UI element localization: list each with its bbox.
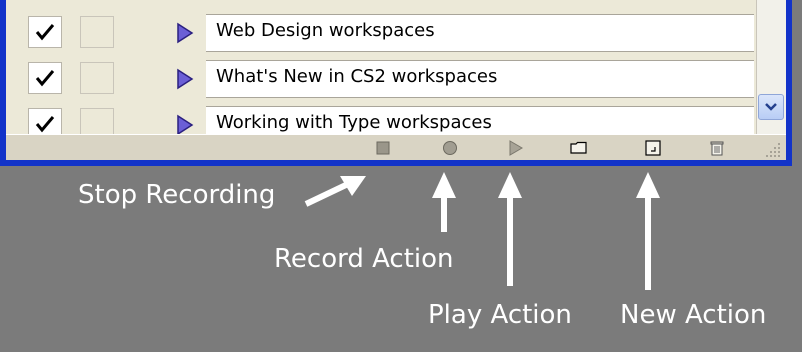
list-item[interactable]: What's New in CS2 workspaces	[6, 56, 786, 100]
stop-recording-button[interactable]	[372, 138, 394, 158]
actions-panel: Web Design workspaces What's New in CS2 …	[0, 0, 792, 166]
dialog-toggle-box[interactable]	[80, 16, 114, 48]
item-toggle-checkbox[interactable]	[28, 62, 62, 94]
record-circle-icon	[443, 141, 457, 155]
item-toggle-checkbox[interactable]	[28, 108, 62, 134]
list-item[interactable]: Working with Type workspaces	[6, 102, 786, 134]
dialog-toggle-box[interactable]	[80, 62, 114, 94]
play-action-caption: Play Action	[428, 300, 572, 330]
checkmark-icon	[35, 24, 55, 41]
folder-icon	[570, 141, 587, 154]
stage: Web Design workspaces What's New in CS2 …	[0, 0, 802, 352]
dialog-toggle-box[interactable]	[80, 108, 114, 134]
new-action-button[interactable]	[642, 138, 664, 158]
delete-button[interactable]	[706, 138, 728, 158]
play-action-button[interactable]	[504, 138, 526, 158]
expand-triangle-icon[interactable]	[176, 114, 194, 134]
actions-toolbar	[6, 134, 786, 160]
new-set-button[interactable]	[568, 138, 590, 158]
item-toggle-checkbox[interactable]	[28, 16, 62, 48]
scroll-down-button[interactable]	[758, 94, 784, 120]
checkmark-icon	[35, 70, 55, 87]
play-triangle-icon	[509, 140, 523, 156]
resize-grip-icon[interactable]	[764, 141, 782, 159]
stop-recording-caption: Stop Recording	[78, 180, 276, 210]
expand-triangle-icon[interactable]	[176, 68, 194, 90]
stop-recording-arrowhead	[340, 176, 366, 196]
new-action-arrowhead	[636, 172, 660, 198]
record-action-caption: Record Action	[274, 244, 454, 274]
item-label: What's New in CS2 workspaces	[216, 66, 498, 87]
chevron-down-icon	[765, 103, 777, 111]
expand-triangle-icon[interactable]	[176, 22, 194, 44]
stop-recording-arrow	[304, 181, 350, 207]
record-action-button[interactable]	[439, 138, 461, 158]
stop-square-icon	[376, 141, 390, 155]
record-action-arrowhead	[432, 172, 456, 198]
new-action-caption: New Action	[620, 300, 767, 330]
trash-icon	[710, 141, 724, 156]
actions-list: Web Design workspaces What's New in CS2 …	[6, 0, 786, 134]
play-action-arrowhead	[498, 172, 522, 198]
checkmark-icon	[35, 116, 55, 133]
new-page-icon	[645, 140, 661, 156]
item-label: Web Design workspaces	[216, 20, 435, 41]
item-label: Working with Type workspaces	[216, 112, 492, 133]
list-item[interactable]: Web Design workspaces	[6, 10, 786, 54]
